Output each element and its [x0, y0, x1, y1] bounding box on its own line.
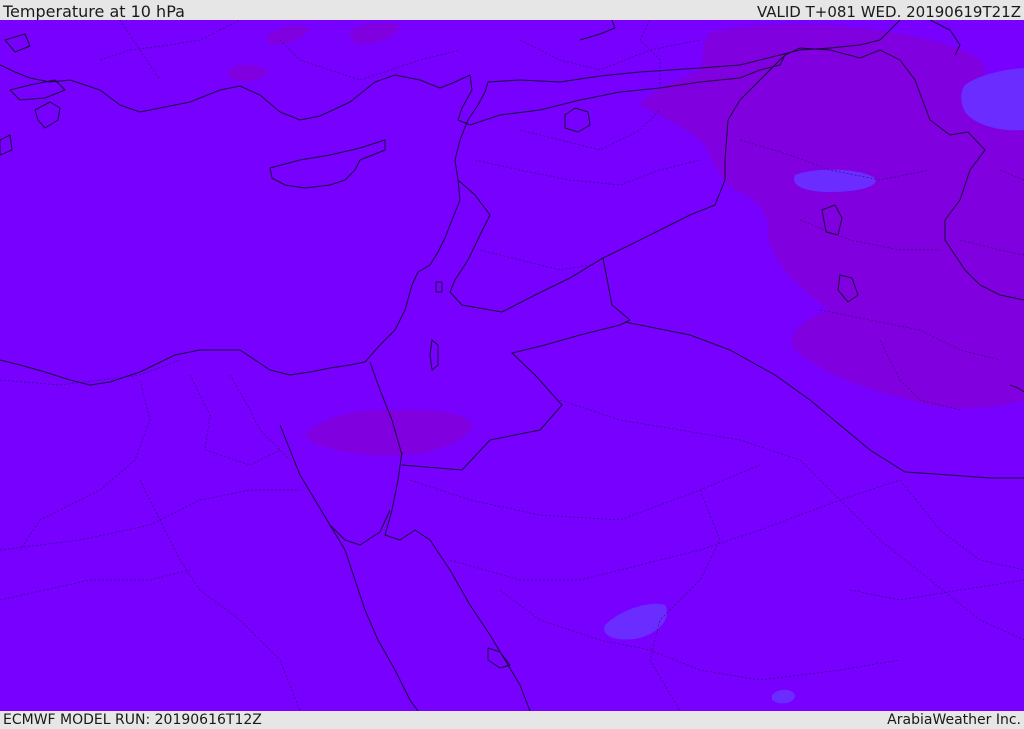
map-title: Temperature at 10 hPa: [3, 2, 185, 21]
header-bar: Temperature at 10 hPa VALID T+081 WED. 2…: [0, 0, 1024, 21]
footer-bar: ECMWF MODEL RUN: 20190616T12Z ArabiaWeat…: [0, 711, 1024, 729]
valid-time-label: VALID T+081 WED. 20190619T21Z: [756, 3, 1021, 21]
credit-label: ArabiaWeather Inc.: [887, 712, 1021, 728]
temperature-map[interactable]: [0, 20, 1024, 711]
model-run-label: ECMWF MODEL RUN: 20190616T12Z: [3, 712, 262, 728]
